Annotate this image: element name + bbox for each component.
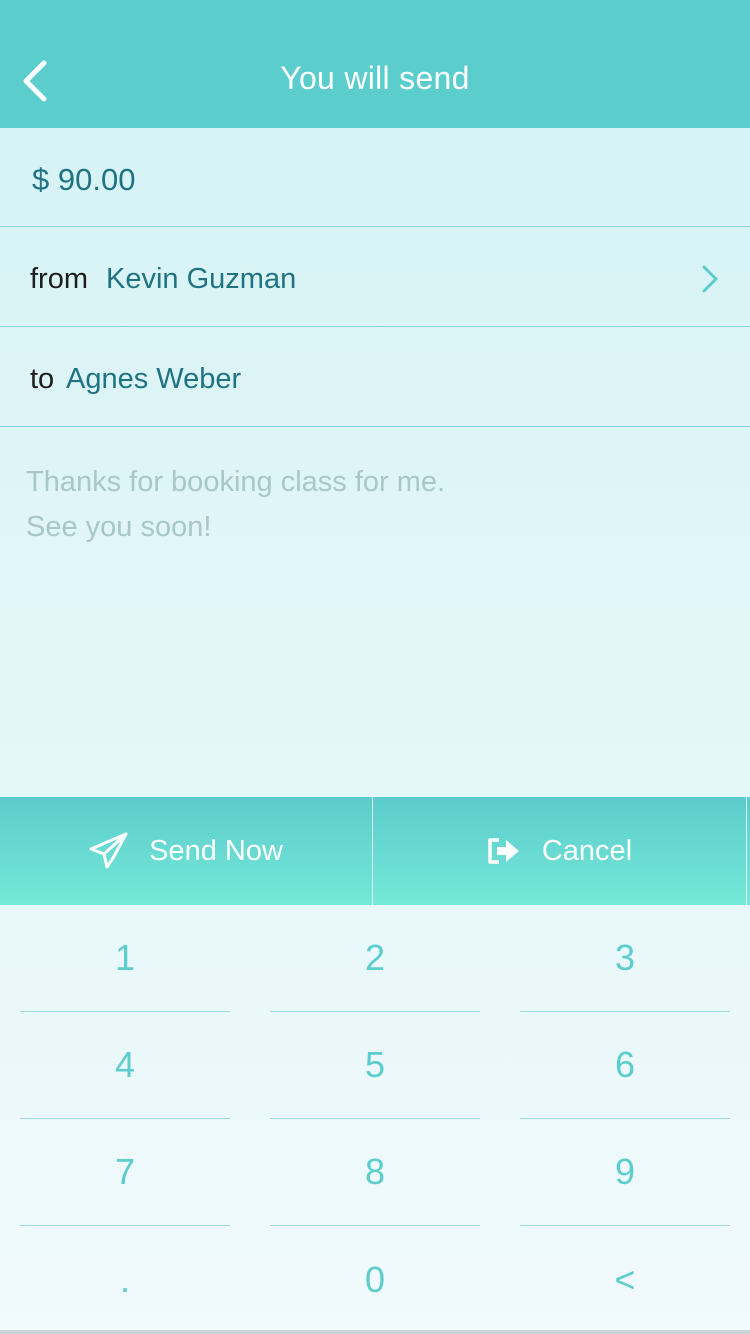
top-bar: You will send bbox=[0, 0, 750, 128]
cancel-button[interactable]: Cancel bbox=[373, 797, 745, 905]
to-name: Agnes Weber bbox=[66, 363, 242, 395]
message-input[interactable]: Thanks for booking class for me. See you… bbox=[26, 460, 706, 550]
amount-value: $ 90.00 bbox=[32, 162, 136, 197]
message-line-2: See you soon! bbox=[26, 511, 212, 543]
from-row[interactable]: from Kevin Guzman bbox=[0, 228, 750, 327]
action-divider-right bbox=[746, 797, 747, 905]
paper-plane-icon bbox=[89, 832, 128, 869]
keypad-key-4[interactable]: 4 bbox=[20, 1012, 230, 1119]
amount-row[interactable]: $ 90.00 bbox=[0, 128, 750, 227]
keypad-key-5[interactable]: 5 bbox=[270, 1012, 480, 1119]
from-label: from bbox=[30, 263, 88, 295]
send-now-button[interactable]: Send Now bbox=[0, 797, 372, 905]
keypad-key-7[interactable]: 7 bbox=[20, 1119, 230, 1226]
from-name: Kevin Guzman bbox=[106, 263, 297, 295]
keypad-key-backspace[interactable]: < bbox=[520, 1226, 730, 1333]
keypad-key-6[interactable]: 6 bbox=[520, 1012, 730, 1119]
keypad-key-2[interactable]: 2 bbox=[270, 905, 480, 1012]
cancel-label: Cancel bbox=[541, 834, 633, 867]
page-title: You will send bbox=[280, 60, 470, 96]
send-now-label: Send Now bbox=[149, 834, 283, 867]
action-bar: Send Now Cancel bbox=[0, 797, 750, 905]
to-row[interactable]: to Agnes Weber bbox=[0, 328, 750, 427]
exit-icon bbox=[488, 838, 519, 864]
bottom-divider bbox=[0, 1330, 750, 1334]
keypad-key-8[interactable]: 8 bbox=[270, 1119, 480, 1226]
keypad-key-dot[interactable]: . bbox=[20, 1226, 230, 1333]
keypad-key-9[interactable]: 9 bbox=[520, 1119, 730, 1226]
keypad-key-0[interactable]: 0 bbox=[270, 1226, 480, 1333]
to-label: to bbox=[30, 363, 55, 395]
keypad-key-3[interactable]: 3 bbox=[520, 905, 730, 1012]
message-line-1: Thanks for booking class for me. bbox=[26, 466, 446, 498]
keypad-key-1[interactable]: 1 bbox=[20, 905, 230, 1012]
chevron-right-icon[interactable] bbox=[698, 264, 722, 294]
